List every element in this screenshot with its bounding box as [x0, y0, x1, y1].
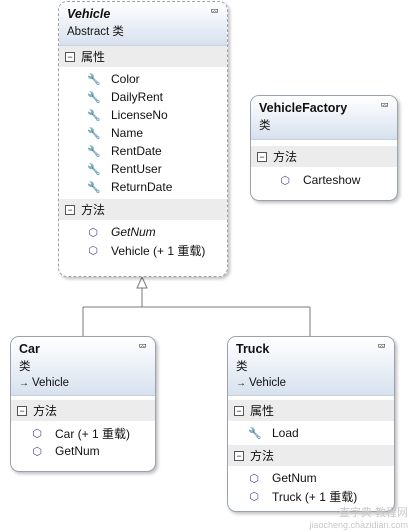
- section-title: 方法: [81, 203, 106, 217]
- collapse-section-icon[interactable]: −: [65, 51, 75, 62]
- property-list: 🔧 Load: [228, 421, 394, 445]
- section-header-methods[interactable]: − 方法: [228, 445, 394, 466]
- car-header: Car 类 → Vehicle ⮹: [11, 337, 155, 396]
- cube-icon: ⬡: [88, 226, 98, 239]
- cube-icon: ⬡: [280, 174, 290, 187]
- cube-icon: ⬡: [249, 490, 259, 503]
- section-header-properties[interactable]: − 属性: [228, 400, 394, 421]
- cube-icon: ⬡: [32, 445, 42, 458]
- inheritance-arrowhead: [136, 275, 148, 289]
- wrench-icon: 🔧: [248, 427, 262, 440]
- section-header-methods[interactable]: − 方法: [251, 146, 397, 167]
- section-title: 属性: [81, 50, 106, 64]
- truck-header: Truck 类 → Vehicle ⮹: [228, 337, 394, 396]
- factory-header: VehicleFactory 类 ⮹: [251, 96, 397, 140]
- class-stereotype: 类: [236, 361, 248, 373]
- method-list: ⬡ GetNum ⬡ Truck (+ 1 重载): [228, 466, 394, 508]
- member-item[interactable]: ⬡ Truck (+ 1 重载): [228, 487, 394, 505]
- member-item[interactable]: 🔧 ReturnDate: [59, 178, 227, 196]
- member-item[interactable]: ⬡ GetNum: [11, 442, 155, 460]
- member-item[interactable]: 🔧 LicenseNo: [59, 106, 227, 124]
- member-item[interactable]: 🔧 Name: [59, 124, 227, 142]
- member-item[interactable]: ⬡ Carteshow: [251, 171, 397, 189]
- method-list: ⬡ GetNum ⬡ Vehicle (+ 1 重载): [59, 220, 227, 262]
- member-item[interactable]: ⬡ GetNum: [59, 223, 227, 241]
- member-item[interactable]: ⬡ GetNum: [228, 469, 394, 487]
- section-title: 属性: [250, 404, 275, 418]
- watermark: 查字典 教程网 jiaocheng.chazidian.com: [309, 507, 408, 530]
- double-chevron-up-icon[interactable]: ⮹: [380, 100, 389, 113]
- wrench-icon: 🔧: [87, 109, 101, 122]
- wrench-icon: 🔧: [87, 163, 101, 176]
- member-item[interactable]: ⬡ Vehicle (+ 1 重载): [59, 241, 227, 259]
- class-name: Car: [19, 342, 40, 356]
- wrench-icon: 🔧: [87, 91, 101, 104]
- collapse-section-icon[interactable]: −: [65, 204, 75, 215]
- wrench-icon: 🔧: [87, 73, 101, 86]
- member-item[interactable]: 🔧 Load: [228, 424, 394, 442]
- member-item[interactable]: 🔧 DailyRent: [59, 88, 227, 106]
- member-item[interactable]: 🔧 RentDate: [59, 142, 227, 160]
- property-list: 🔧 Color 🔧 DailyRent 🔧 LicenseNo 🔧 Name 🔧 Rent…: [59, 67, 227, 199]
- section-header-methods[interactable]: − 方法: [59, 199, 227, 220]
- section-title: 方法: [273, 150, 298, 164]
- arrow-right-icon: →: [236, 378, 246, 389]
- section-title: 方法: [250, 449, 275, 463]
- wrench-icon: 🔧: [87, 145, 101, 158]
- member-item[interactable]: 🔧 Color: [59, 70, 227, 88]
- collapse-section-icon[interactable]: −: [17, 405, 27, 416]
- cube-icon: ⬡: [32, 427, 42, 440]
- base-class-label: → Vehicle: [19, 377, 70, 389]
- vehicle-class-box[interactable]: Vehicle Abstract 类 ⮹ − 属性 🔧 Color 🔧 DailyR…: [58, 1, 228, 277]
- vehicle-header: Vehicle Abstract 类 ⮹: [59, 2, 227, 46]
- truck-class-box[interactable]: Truck 类 → Vehicle ⮹ − 属性 🔧 Load − 方法 ⬡ GetN…: [227, 336, 395, 512]
- double-chevron-up-icon[interactable]: ⮹: [210, 6, 219, 19]
- section-header-properties[interactable]: − 属性: [59, 46, 227, 67]
- collapse-section-icon[interactable]: −: [234, 450, 244, 461]
- wrench-icon: 🔧: [87, 181, 101, 194]
- class-stereotype: Abstract 类: [67, 26, 124, 38]
- method-list: ⬡ Carteshow: [251, 167, 397, 193]
- arrow-right-icon: →: [19, 378, 29, 389]
- section-title: 方法: [33, 404, 58, 418]
- wrench-icon: 🔧: [87, 127, 101, 140]
- double-chevron-up-icon[interactable]: ⮹: [377, 341, 386, 354]
- base-class-label: → Vehicle: [236, 377, 287, 389]
- double-chevron-up-icon[interactable]: ⮹: [138, 341, 147, 354]
- member-item[interactable]: 🔧 RentUser: [59, 160, 227, 178]
- class-name: Truck: [236, 342, 270, 356]
- cube-icon: ⬡: [249, 472, 259, 485]
- class-stereotype: 类: [19, 361, 31, 373]
- class-name: VehicleFactory: [259, 101, 348, 115]
- class-name: Vehicle: [67, 7, 111, 21]
- class-stereotype: 类: [259, 120, 271, 132]
- section-header-methods[interactable]: − 方法: [11, 400, 155, 421]
- vehicle-factory-class-box[interactable]: VehicleFactory 类 ⮹ − 方法 ⬡ Carteshow: [250, 95, 398, 201]
- car-class-box[interactable]: Car 类 → Vehicle ⮹ − 方法 ⬡ Car (+ 1 重载) ⬡ Get…: [10, 336, 156, 472]
- cube-icon: ⬡: [88, 244, 98, 257]
- member-item[interactable]: ⬡ Car (+ 1 重载): [11, 424, 155, 442]
- method-list: ⬡ Car (+ 1 重载) ⬡ GetNum: [11, 421, 155, 463]
- collapse-section-icon[interactable]: −: [234, 405, 244, 416]
- collapse-section-icon[interactable]: −: [257, 151, 267, 162]
